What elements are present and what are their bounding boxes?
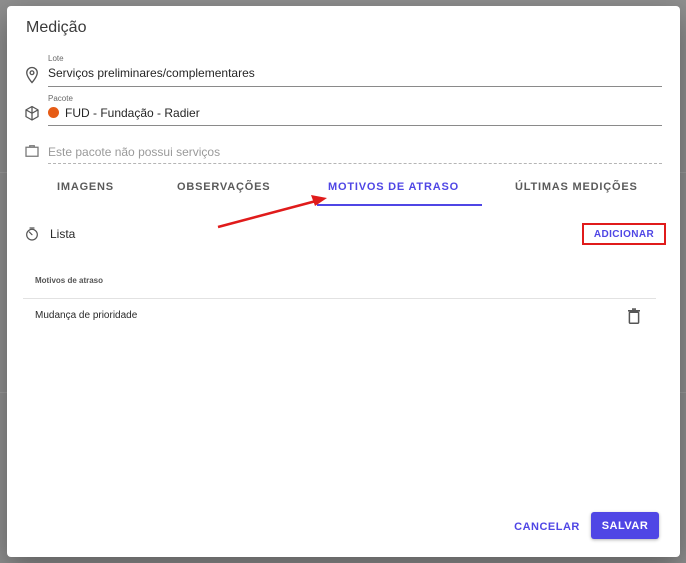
pacote-value-wrap: FUD - Fundação - Radier xyxy=(48,106,200,120)
lote-field[interactable]: Lote Serviços preliminares/complementare… xyxy=(23,52,662,88)
save-button[interactable]: SALVAR xyxy=(591,512,659,539)
medicao-dialog: Medição Lote Serviços preliminares/compl… xyxy=(7,6,680,557)
pacote-underline xyxy=(48,125,662,126)
tab-observacoes[interactable]: OBSERVAÇÕES xyxy=(177,181,270,193)
servicos-placeholder: Este pacote não possui serviços xyxy=(48,145,221,159)
lote-underline xyxy=(48,86,662,87)
servicos-underline xyxy=(48,163,662,164)
tab-motivos-de-atraso[interactable]: MOTIVOS DE ATRASO xyxy=(328,181,459,193)
pacote-field[interactable]: Pacote FUD - Fundação - Radier xyxy=(23,91,662,127)
briefcase-icon xyxy=(25,145,39,157)
status-dot xyxy=(48,107,59,118)
table-divider xyxy=(23,298,656,299)
tab-imagens[interactable]: IMAGENS xyxy=(57,181,114,193)
location-pin-icon xyxy=(26,66,38,84)
timer-icon xyxy=(26,227,38,241)
table-row: Mudança de prioridade xyxy=(35,310,138,321)
column-header-motivos: Motivos de atraso xyxy=(35,276,104,285)
add-button[interactable]: ADICIONAR xyxy=(582,223,666,245)
trash-icon[interactable] xyxy=(627,308,641,324)
cancel-button[interactable]: CANCELAR xyxy=(512,514,582,540)
pacote-label: Pacote xyxy=(48,94,73,103)
pacote-value: FUD - Fundação - Radier xyxy=(65,106,200,120)
dialog-title: Medição xyxy=(26,19,87,36)
lote-value: Serviços preliminares/complementares xyxy=(48,66,255,80)
package-icon xyxy=(25,105,39,121)
lote-label: Lote xyxy=(48,54,64,63)
tab-ultimas-medicoes[interactable]: ÚLTIMAS MEDIÇÕES xyxy=(515,181,638,193)
servicos-field[interactable]: Este pacote não possui serviços xyxy=(23,140,662,166)
active-tab-indicator xyxy=(317,204,482,206)
list-title: Lista xyxy=(50,227,76,241)
